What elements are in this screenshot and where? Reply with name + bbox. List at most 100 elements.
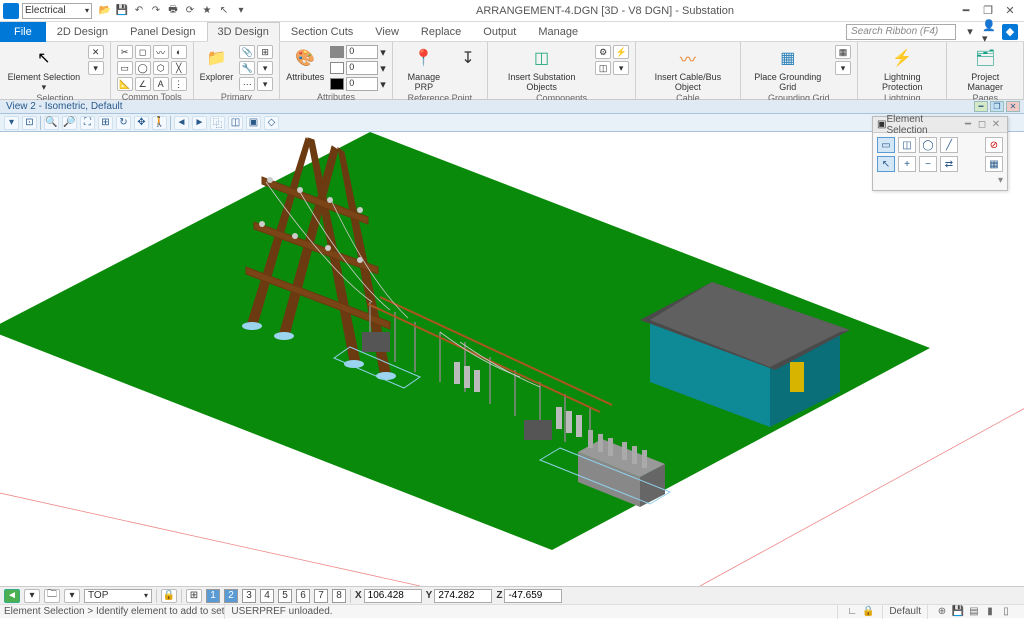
fit-view-icon[interactable]: ⊞: [98, 116, 113, 130]
sel-all[interactable]: ▦: [985, 156, 1003, 172]
component-small-tools[interactable]: ⚙⚡ ◫▾: [595, 45, 629, 75]
nav-fwd-button[interactable]: ▾: [24, 589, 40, 603]
explorer-button[interactable]: 📁 Explorer: [200, 45, 234, 82]
view-2[interactable]: 2: [224, 589, 238, 603]
float-close[interactable]: ✕: [989, 119, 1003, 130]
sel-mode-line[interactable]: ╱: [940, 137, 958, 153]
file-changed-icon[interactable]: 💾: [950, 606, 966, 617]
place-grid-button[interactable]: ▦ Place Grounding Grid: [747, 45, 829, 92]
snap-icon[interactable]: ∟: [844, 606, 860, 617]
view-close[interactable]: ✕: [1006, 101, 1020, 112]
lock-icon[interactable]: 🔒: [860, 606, 876, 617]
dgn-icon[interactable]: ▤: [966, 606, 982, 617]
float-expand[interactable]: ▾: [877, 175, 1003, 186]
view-4[interactable]: 4: [260, 589, 274, 603]
acs-combo[interactable]: TOP: [84, 589, 152, 603]
copy-view-icon[interactable]: ⿻: [210, 116, 225, 130]
tab-output[interactable]: Output: [472, 22, 527, 42]
qat-save-icon[interactable]: 💾: [115, 4, 129, 18]
qat-sync-icon[interactable]: ⟳: [183, 4, 197, 18]
workflow-combo[interactable]: Electrical: [22, 3, 92, 19]
design-history-icon[interactable]: ▮: [982, 606, 998, 617]
selection-small-tools[interactable]: ✕ ▾: [88, 45, 104, 75]
insert-cable-button[interactable]: 〰 Insert Cable/Bus Object: [642, 45, 733, 92]
pan-view-icon[interactable]: ✥: [134, 116, 149, 130]
nav-back-button[interactable]: ◄: [4, 589, 20, 603]
view-groups-button[interactable]: ⊞: [186, 589, 202, 603]
tab-3d-design[interactable]: 3D Design: [207, 22, 280, 42]
sel-method-add[interactable]: +: [898, 156, 916, 172]
clip-volume-icon[interactable]: ◫: [228, 116, 243, 130]
float-minimize[interactable]: ━: [961, 119, 975, 130]
nav-models-button[interactable]: 🗀: [44, 589, 60, 603]
view-display-icon[interactable]: ⊡: [22, 116, 37, 130]
lightning-button[interactable]: ⚡ Lightning Protection: [864, 45, 941, 92]
view-attr-icon[interactable]: ▾: [4, 116, 19, 130]
running-coords-icon[interactable]: ⊕: [934, 606, 950, 617]
sel-disable[interactable]: ⊘: [985, 137, 1003, 153]
connect-icon[interactable]: ◆: [1002, 24, 1018, 40]
attr-color-combo[interactable]: 0▾: [330, 61, 386, 75]
coord-x-input[interactable]: [364, 589, 422, 603]
rotate-view-icon[interactable]: ↻: [116, 116, 131, 130]
walk-icon[interactable]: 🚶: [152, 116, 167, 130]
tab-replace[interactable]: Replace: [410, 22, 472, 42]
view-1[interactable]: 1: [206, 589, 220, 603]
help-icon[interactable]: ▾: [962, 24, 978, 40]
sel-method-new[interactable]: ↖: [877, 156, 895, 172]
zoom-out-icon[interactable]: 🔎: [62, 116, 77, 130]
locks-button[interactable]: 🔒: [161, 589, 177, 603]
view-maximize[interactable]: ❐: [990, 101, 1004, 112]
window-area-icon[interactable]: ⛶: [80, 116, 95, 130]
tab-view[interactable]: View: [364, 22, 410, 42]
qat-arrow-icon[interactable]: ↖: [217, 4, 231, 18]
project-manager-button[interactable]: 🗂 Project Manager: [953, 45, 1017, 92]
attributes-button[interactable]: 🎨 Attributes: [286, 45, 324, 82]
active-level[interactable]: Default: [882, 605, 927, 619]
tab-2d-design[interactable]: 2D Design: [46, 22, 119, 42]
qat-open-icon[interactable]: 📂: [98, 4, 112, 18]
attr-layer-combo[interactable]: 0▾: [330, 45, 386, 59]
coord-z-input[interactable]: [504, 589, 562, 603]
sel-mode-individual[interactable]: ▭: [877, 137, 895, 153]
view-8[interactable]: 8: [332, 589, 346, 603]
sel-mode-block[interactable]: ◫: [898, 137, 916, 153]
sel-mode-shape[interactable]: ◯: [919, 137, 937, 153]
sel-method-subtract[interactable]: −: [919, 156, 937, 172]
element-selection-button[interactable]: ↖ Element Selection ▾: [6, 45, 82, 92]
qat-more-icon[interactable]: ▾: [234, 4, 248, 18]
insert-substation-button[interactable]: ◫ Insert Substation Objects: [494, 45, 589, 92]
qat-undo-icon[interactable]: ↶: [132, 4, 146, 18]
ref-point-tool[interactable]: ↧: [455, 45, 481, 71]
maximize-button[interactable]: ❐: [978, 4, 998, 17]
view-3[interactable]: 3: [242, 589, 256, 603]
file-tab[interactable]: File: [0, 22, 46, 42]
manage-prp-button[interactable]: 📍 Manage PRP: [399, 45, 449, 92]
view-5[interactable]: 5: [278, 589, 292, 603]
minimize-button[interactable]: ━: [956, 4, 976, 17]
view-7[interactable]: 7: [314, 589, 328, 603]
view-6[interactable]: 6: [296, 589, 310, 603]
3d-viewport[interactable]: [0, 132, 1024, 586]
view-minimize[interactable]: ━: [974, 101, 988, 112]
view-prev-icon[interactable]: ◄: [174, 116, 189, 130]
tab-section-cuts[interactable]: Section Cuts: [280, 22, 364, 42]
float-pin[interactable]: ◻: [975, 119, 989, 130]
user-icon[interactable]: 👤▾: [982, 24, 998, 40]
clip-mask-icon[interactable]: ▣: [246, 116, 261, 130]
grid-small-tools[interactable]: ▦ ▾: [835, 45, 851, 75]
tab-manage[interactable]: Manage: [527, 22, 589, 42]
qat-star-icon[interactable]: ★: [200, 4, 214, 18]
qat-redo-icon[interactable]: ↷: [149, 4, 163, 18]
coord-y-input[interactable]: [434, 589, 492, 603]
zoom-in-icon[interactable]: 🔍: [44, 116, 59, 130]
nav-more-button[interactable]: ▾: [64, 589, 80, 603]
qat-print-icon[interactable]: 🖶: [166, 4, 180, 18]
sel-method-invert[interactable]: ⇄: [940, 156, 958, 172]
ribbon-search[interactable]: Search Ribbon (F4): [846, 24, 956, 40]
attr-weight-combo[interactable]: 0▾: [330, 77, 386, 91]
dialog-icon[interactable]: ▯: [998, 606, 1014, 617]
view-next-icon[interactable]: ►: [192, 116, 207, 130]
tab-panel-design[interactable]: Panel Design: [119, 22, 206, 42]
view-perspective-icon[interactable]: ◇: [264, 116, 279, 130]
